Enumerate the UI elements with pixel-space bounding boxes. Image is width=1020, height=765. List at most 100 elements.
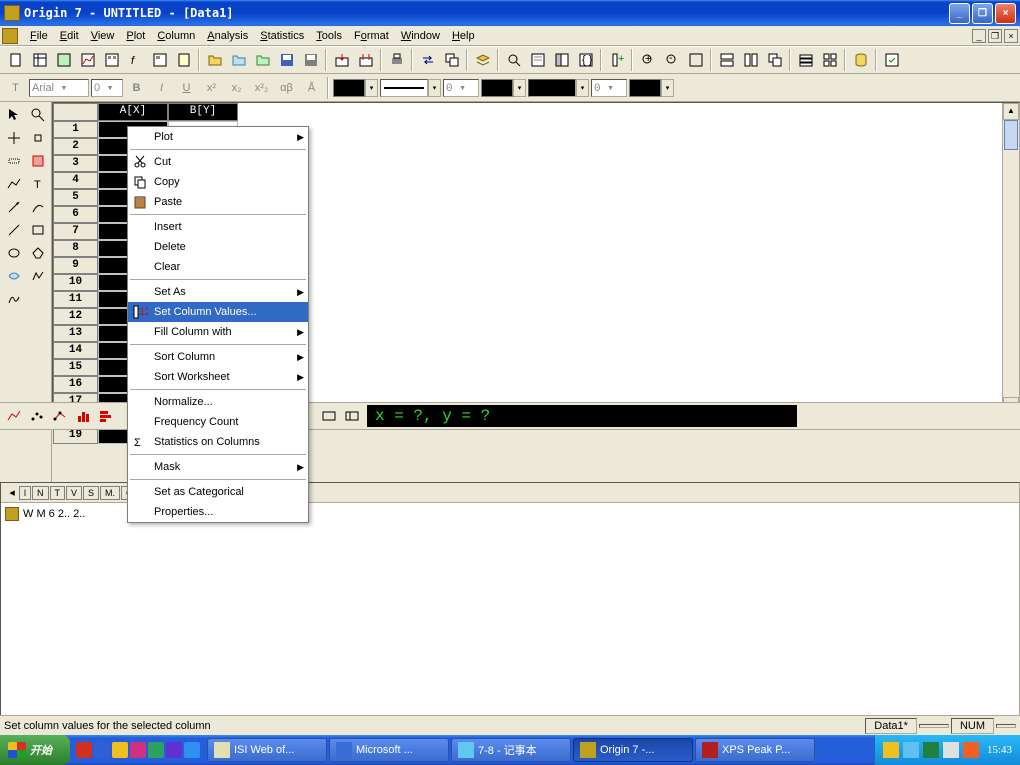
- column-a-header[interactable]: A[X]: [98, 103, 168, 121]
- ql-icon[interactable]: [112, 742, 128, 758]
- line-color[interactable]: [333, 79, 365, 97]
- zoom-out-button[interactable]: -: [660, 49, 683, 71]
- context-menu-item[interactable]: Copy: [128, 172, 308, 192]
- ql-icon[interactable]: [148, 742, 164, 758]
- bar-plot-button[interactable]: [94, 405, 117, 427]
- context-menu-item[interactable]: Plot▶: [128, 127, 308, 147]
- row-header[interactable]: 5: [53, 189, 98, 206]
- import-button[interactable]: [330, 49, 353, 71]
- fill-color-drop[interactable]: ▾: [513, 79, 526, 97]
- row-header[interactable]: 14: [53, 342, 98, 359]
- row-header[interactable]: 9: [53, 257, 98, 274]
- rescale-button[interactable]: [502, 49, 525, 71]
- region-tool[interactable]: [2, 265, 25, 287]
- font-hint-button[interactable]: T: [4, 77, 27, 99]
- new-layout-button[interactable]: [148, 49, 171, 71]
- minimize-button[interactable]: _: [949, 3, 970, 24]
- symbol-color-drop[interactable]: ▾: [661, 79, 674, 97]
- fill-color[interactable]: [481, 79, 513, 97]
- mdi-icon[interactable]: [2, 28, 18, 44]
- row-header[interactable]: 7: [53, 223, 98, 240]
- row-header[interactable]: 1: [53, 121, 98, 138]
- taskbar-task[interactable]: Microsoft ...: [329, 738, 449, 762]
- database-button[interactable]: [849, 49, 872, 71]
- context-menu-item[interactable]: Cut: [128, 152, 308, 172]
- menu-file[interactable]: File: [24, 28, 54, 44]
- column-b-header[interactable]: B[Y]: [168, 103, 238, 121]
- ql-icon[interactable]: [166, 742, 182, 758]
- new-matrix-button[interactable]: [100, 49, 123, 71]
- symbol-size-select[interactable]: 0 ▾: [591, 79, 627, 97]
- line-plot-button[interactable]: [2, 405, 25, 427]
- row-header[interactable]: 8: [53, 240, 98, 257]
- tray-icon[interactable]: [963, 742, 979, 758]
- taskbar-task[interactable]: Origin 7 -...: [573, 738, 693, 762]
- circle-tool[interactable]: [2, 242, 25, 264]
- project-explorer-button[interactable]: [550, 49, 573, 71]
- taskbar-task[interactable]: XPS Peak P...: [695, 738, 815, 762]
- new-worksheet-button[interactable]: [28, 49, 51, 71]
- new-project-button[interactable]: [4, 49, 27, 71]
- stack-button[interactable]: [794, 49, 817, 71]
- menu-tools[interactable]: Tools: [310, 28, 348, 44]
- context-menu-item[interactable]: Insert: [128, 217, 308, 237]
- context-menu-item[interactable]: Sort Column▶: [128, 347, 308, 367]
- ql-icon[interactable]: [130, 742, 146, 758]
- mdi-minimize[interactable]: _: [972, 29, 986, 43]
- arrow-tool[interactable]: [2, 196, 25, 218]
- menu-edit[interactable]: Edit: [54, 28, 85, 44]
- layers-button[interactable]: [471, 49, 494, 71]
- row-header[interactable]: 12: [53, 308, 98, 325]
- menu-column[interactable]: Column: [151, 28, 201, 44]
- zoom-all-button[interactable]: [684, 49, 707, 71]
- menu-statistics[interactable]: Statistics: [254, 28, 310, 44]
- row-header[interactable]: 10: [53, 274, 98, 291]
- ql-icon[interactable]: [94, 742, 110, 758]
- context-menu-item[interactable]: Clear: [128, 257, 308, 277]
- line-scatter-button[interactable]: [48, 405, 71, 427]
- taskbar-task[interactable]: ISI Web of...: [207, 738, 327, 762]
- zoom-in-button[interactable]: +: [636, 49, 659, 71]
- context-menu-item[interactable]: Set as Categorical: [128, 482, 308, 502]
- menu-help[interactable]: Help: [446, 28, 481, 44]
- context-menu-item[interactable]: Normalize...: [128, 392, 308, 412]
- row-header[interactable]: 3: [53, 155, 98, 172]
- tile-vert-button[interactable]: [739, 49, 762, 71]
- mdi-restore[interactable]: ❐: [988, 29, 1002, 43]
- context-menu-item[interactable]: 123Set Column Values...: [128, 302, 308, 322]
- tray-icon[interactable]: [883, 742, 899, 758]
- scatter-plot-button[interactable]: [25, 405, 48, 427]
- context-menu-item[interactable]: Set As▶: [128, 282, 308, 302]
- select-all-corner[interactable]: [53, 103, 98, 121]
- cascade-button[interactable]: [763, 49, 786, 71]
- data-selector-tool[interactable]: [2, 150, 25, 172]
- update-button[interactable]: [880, 49, 903, 71]
- refresh-button[interactable]: [416, 49, 439, 71]
- column-plot-button[interactable]: [71, 405, 94, 427]
- row-header[interactable]: 2: [53, 138, 98, 155]
- panel-tab[interactable]: S: [83, 486, 99, 500]
- new-notes-button[interactable]: [172, 49, 195, 71]
- panel-tab[interactable]: l: [19, 486, 31, 500]
- line-style-drop[interactable]: ▾: [428, 79, 441, 97]
- menu-format[interactable]: Format: [348, 28, 395, 44]
- subsuperscript-button[interactable]: x²₂: [250, 77, 273, 99]
- line-style[interactable]: [380, 79, 428, 97]
- line-width-select[interactable]: 0 ▾: [443, 79, 479, 97]
- fill-pattern[interactable]: [528, 79, 576, 97]
- menu-window[interactable]: Window: [395, 28, 446, 44]
- new-function-button[interactable]: f: [124, 49, 147, 71]
- bold-button[interactable]: B: [125, 77, 148, 99]
- screen-reader-tool[interactable]: [2, 127, 25, 149]
- open-button[interactable]: [203, 49, 226, 71]
- data-display-undock-button[interactable]: [340, 405, 363, 427]
- mask-tool[interactable]: [26, 150, 49, 172]
- curved-arrow-tool[interactable]: [26, 196, 49, 218]
- arrange-button[interactable]: [818, 49, 841, 71]
- row-header[interactable]: 4: [53, 172, 98, 189]
- underline-button[interactable]: U: [175, 77, 198, 99]
- context-menu-item[interactable]: Delete: [128, 237, 308, 257]
- scroll-thumb[interactable]: [1004, 120, 1018, 150]
- print-button[interactable]: [385, 49, 408, 71]
- scroll-up-icon[interactable]: ▲: [1003, 103, 1019, 120]
